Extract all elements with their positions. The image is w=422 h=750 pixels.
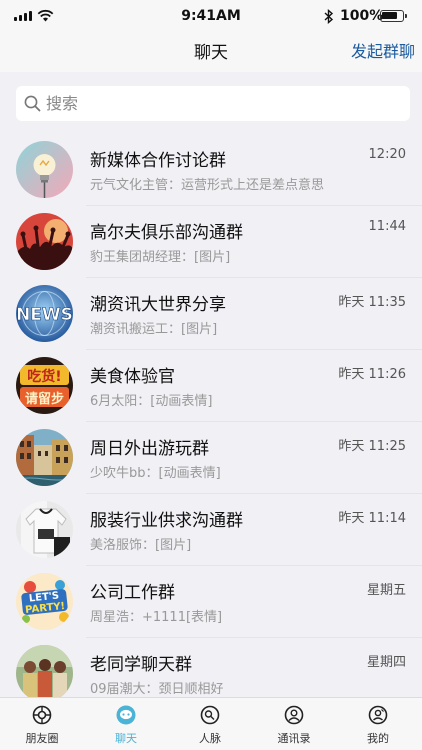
address-book-icon: [284, 705, 304, 725]
tab-label: 聊天: [115, 732, 137, 745]
chat-preview: 09届潮大：颈日顺相好: [90, 682, 224, 697]
chat-preview: 豹王集团胡经理：[图片]: [90, 250, 231, 265]
chat-preview: 元气文化主管：运营形式上还是差点意思: [90, 178, 325, 193]
foodie-avatar-text-1: 吃货!: [27, 368, 61, 385]
classmates-avatar: [16, 645, 73, 697]
tab-contacts-network[interactable]: 人脉: [168, 698, 252, 750]
tab-moments[interactable]: 朋友圈: [0, 698, 84, 750]
battery-icon: [380, 10, 407, 22]
tab-label: 通讯录: [277, 732, 311, 745]
start-group-chat-button[interactable]: 发起群聊: [351, 38, 415, 62]
chat-item[interactable]: NEWS 潮资讯大世界分享 潮资讯搬运工：[图片] 昨天 11:35: [0, 278, 422, 350]
party-avatar: LET'S PARTY!: [16, 573, 73, 630]
chat-preview: 周星浩：+1111[表情]: [90, 610, 223, 625]
battery-percent: 100%: [340, 8, 384, 24]
chat-item[interactable]: 老同学聊天群 09届潮大：颈日顺相好 星期四: [0, 638, 422, 697]
chat-item[interactable]: 服装行业供求沟通群 美洛服饰：[图片] 昨天 11:14: [0, 494, 422, 566]
chat-preview: 6月太阳：[动画表情]: [90, 394, 213, 409]
foodie-avatar-text-2: 请留步: [25, 391, 64, 407]
status-bar: 9:41AM 100%: [0, 0, 422, 34]
search-input[interactable]: [46, 86, 396, 121]
tab-address-book[interactable]: 通讯录: [252, 698, 336, 750]
chat-time: 11:44: [368, 219, 406, 234]
foodie-avatar: 吃货! 请留步: [16, 357, 73, 414]
contacts-network-icon: [200, 705, 220, 725]
tab-profile[interactable]: 我的: [336, 698, 420, 750]
tab-bar: 朋友圈 聊天 人脉 通讯录 我的: [0, 697, 422, 750]
chat-bubble-icon: [116, 705, 136, 725]
crowd-avatar: [16, 213, 73, 270]
chat-time: 昨天 11:26: [338, 367, 406, 382]
chat-name: 周日外出游玩群: [90, 439, 209, 459]
lightbulb-avatar: [16, 141, 73, 198]
chat-name: 公司工作群: [90, 583, 175, 603]
chat-item[interactable]: LET'S PARTY! 公司工作群 周星浩：+1111[表情] 星期五: [0, 566, 422, 638]
chat-name: 潮资讯大世界分享: [90, 295, 226, 315]
search-box[interactable]: [16, 86, 410, 121]
bluetooth-icon: [324, 9, 334, 24]
news-avatar: NEWS: [16, 285, 73, 342]
chat-time: 昨天 11:25: [338, 439, 406, 454]
chat-item[interactable]: 新媒体合作讨论群 元气文化主管：运营形式上还是差点意思 12:20: [0, 134, 422, 206]
chat-item[interactable]: 高尔夫俱乐部沟通群 豹王集团胡经理：[图片] 11:44: [0, 206, 422, 278]
moments-icon: [32, 705, 52, 725]
tab-label: 朋友圈: [25, 732, 59, 745]
chat-list: 新媒体合作讨论群 元气文化主管：运营形式上还是差点意思 12:20 高尔夫俱乐部…: [0, 134, 422, 697]
chat-time: 昨天 11:35: [338, 295, 406, 310]
chat-time: 12:20: [368, 147, 406, 162]
tab-chat[interactable]: 聊天: [84, 698, 168, 750]
chat-item[interactable]: 周日外出游玩群 少吹牛bb：[动画表情] 昨天 11:25: [0, 422, 422, 494]
clothing-avatar: [16, 501, 73, 558]
chat-name: 高尔夫俱乐部沟通群: [90, 223, 243, 243]
chat-time: 昨天 11:14: [338, 511, 406, 526]
canal-avatar: [16, 429, 73, 486]
profile-icon: [368, 705, 388, 725]
chat-preview: 少吹牛bb：[动画表情]: [90, 466, 221, 481]
chat-name: 老同学聊天群: [90, 655, 192, 675]
tab-label: 人脉: [199, 732, 221, 745]
search-area: [0, 72, 422, 134]
nav-bar: 聊天 发起群聊: [0, 34, 422, 72]
chat-name: 服装行业供求沟通群: [90, 511, 243, 531]
chat-time: 星期五: [366, 583, 406, 598]
search-icon: [24, 95, 41, 112]
chat-time: 星期四: [366, 655, 406, 670]
chat-name: 美食体验官: [90, 367, 175, 387]
tab-label: 我的: [367, 732, 389, 745]
chat-preview: 美洛服饰：[图片]: [90, 538, 192, 553]
chat-preview: 潮资讯搬运工：[图片]: [90, 322, 218, 337]
chat-name: 新媒体合作讨论群: [90, 151, 226, 171]
chat-item[interactable]: 吃货! 请留步 美食体验官 6月太阳：[动画表情] 昨天 11:26: [0, 350, 422, 422]
news-avatar-text: NEWS: [16, 305, 73, 325]
